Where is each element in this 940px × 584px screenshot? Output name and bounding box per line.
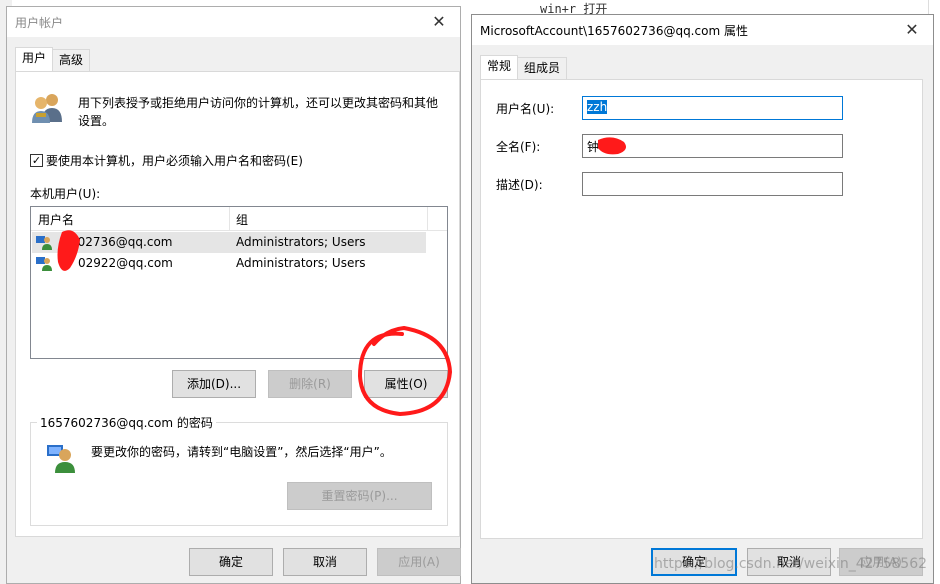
general-tab-panel: 用户名(U): zzh 全名(F): 钟 描述(D): xyxy=(480,79,923,539)
table-row[interactable]: 602736@qq.com Administrators; Users xyxy=(32,232,426,253)
fullname-field[interactable]: 钟 xyxy=(582,134,843,158)
intro-text-line1: 用下列表授予或拒绝用户访问你的计算机，还可以更改其密码和其他 xyxy=(78,96,439,110)
close-icon[interactable]: ✕ xyxy=(901,19,923,41)
user-name-cell: 02922@qq.com xyxy=(78,256,173,270)
user-avatar-icon xyxy=(47,445,75,473)
user-accounts-window: 用户帐户 ✕ 用户 高级 用下列表授予或拒绝用户访问你的计算机，还可以更改其密码… xyxy=(6,6,461,584)
close-icon[interactable]: ✕ xyxy=(428,11,450,33)
users-list-header: 用户名 组 xyxy=(31,207,447,231)
password-group-title: 1657602736@qq.com 的密码 xyxy=(37,414,216,431)
properties-tab-strip: 常规 组成员 xyxy=(480,55,568,79)
password-groupbox: 1657602736@qq.com 的密码 要更改你的密码，请转到“电脑设置”，… xyxy=(30,414,448,526)
description-label: 描述(D): xyxy=(496,178,543,192)
username-label: 用户名(U): xyxy=(496,102,555,116)
tab-strip: 用户 高级 xyxy=(15,47,91,71)
table-row[interactable]: 02922@qq.com Administrators; Users xyxy=(32,253,426,274)
column-header-username[interactable]: 用户名 xyxy=(38,211,74,228)
remove-user-button[interactable]: 删除(R) xyxy=(268,370,352,398)
background-editor-snippet: win+r 打开 xyxy=(540,2,608,14)
fullname-label: 全名(F): xyxy=(496,140,541,154)
password-instructions: 要更改你的密码，请转到“电脑设置”，然后选择“用户”。 xyxy=(91,445,392,459)
user-account-icon xyxy=(36,257,52,271)
tab-group-membership[interactable]: 组成员 xyxy=(517,57,568,79)
user-group-cell: Administrators; Users xyxy=(236,256,366,270)
user-account-icon xyxy=(36,236,52,250)
column-header-group[interactable]: 组 xyxy=(236,211,248,228)
users-list[interactable]: 用户名 组 602736@qq.com Administrators; User… xyxy=(30,206,448,359)
properties-window-title: MicrosoftAccount\1657602736@qq.com 属性 xyxy=(480,23,748,38)
local-users-label: 本机用户(U): xyxy=(30,187,101,201)
user-name-cell: 602736@qq.com xyxy=(70,235,173,249)
require-login-checkbox[interactable]: ✓ xyxy=(30,154,43,167)
user-accounts-titlebar[interactable]: 用户帐户 ✕ xyxy=(7,7,460,37)
tab-users[interactable]: 用户 xyxy=(15,47,54,71)
window-title: 用户帐户 xyxy=(15,15,64,30)
apply-button[interactable]: 应用(A) xyxy=(377,548,461,576)
users-group-icon xyxy=(32,94,62,123)
reset-password-button[interactable]: 重置密码(P)... xyxy=(287,482,432,510)
user-group-cell: Administrators; Users xyxy=(236,235,366,249)
account-properties-window: MicrosoftAccount\1657602736@qq.com 属性 ✕ … xyxy=(471,14,934,584)
tab-general[interactable]: 常规 xyxy=(480,55,519,79)
column-separator xyxy=(427,207,428,231)
username-value: zzh xyxy=(587,100,608,114)
cancel-button[interactable]: 取消 xyxy=(283,548,367,576)
properties-button[interactable]: 属性(O) xyxy=(364,370,448,398)
watermark-text: https://blog.csdn.net/weixin_42758562 xyxy=(654,556,928,572)
tab-advanced[interactable]: 高级 xyxy=(52,49,91,71)
column-separator xyxy=(229,207,230,231)
fullname-value: 钟 xyxy=(587,140,600,154)
username-field[interactable]: zzh xyxy=(582,96,843,120)
properties-titlebar[interactable]: MicrosoftAccount\1657602736@qq.com 属性 ✕ xyxy=(472,15,933,45)
require-login-label: 要使用本计算机，用户必须输入用户名和密码(E) xyxy=(46,154,303,168)
users-tab-panel: 用下列表授予或拒绝用户访问你的计算机，还可以更改其密码和其他 设置。 ✓ 要使用… xyxy=(15,71,460,537)
description-field[interactable] xyxy=(582,172,843,196)
add-user-button[interactable]: 添加(D)... xyxy=(172,370,256,398)
intro-text-line2: 设置。 xyxy=(78,114,115,128)
ok-button[interactable]: 确定 xyxy=(189,548,273,576)
